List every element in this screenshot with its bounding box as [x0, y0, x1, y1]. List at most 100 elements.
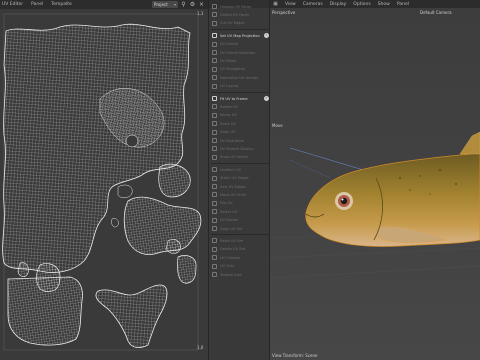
- uv-tool-item[interactable]: Paste UV Set: [212, 237, 268, 244]
- tool-icon: [212, 121, 217, 127]
- uv-menu-item-template[interactable]: Tempalte: [51, 2, 72, 7]
- tool-icon: [212, 58, 217, 64]
- uv-tool-item[interactable]: Move UV Shell: [212, 191, 268, 198]
- vp-menu-view[interactable]: View: [285, 2, 296, 7]
- uv-tool-label: UV Grid: [220, 264, 234, 269]
- uv-corner-label-top: 1,1: [197, 11, 204, 16]
- uv-tool-item[interactable]: Flip UV: [212, 200, 268, 207]
- tool-icon: [212, 146, 217, 152]
- uv-tool-label: UV Unfold Selection: [220, 50, 256, 55]
- uv-tool-label: Paste UV Set: [220, 238, 243, 243]
- uv-island-fin[interactable]: [123, 196, 202, 255]
- uv-tool-label: Align UV: [220, 130, 236, 135]
- uv-island-small-a[interactable]: [177, 255, 197, 284]
- tool-options-icon[interactable]: ›: [264, 96, 269, 101]
- app-window: UV Editor Panel Tempalte Project ⚲ ⚙ ×: [0, 0, 480, 360]
- vp-menu-show[interactable]: Show: [378, 2, 390, 7]
- uv-tool-item[interactable]: Scale UV: [212, 120, 268, 127]
- uv-tool-label: Move UV Shell: [220, 192, 246, 197]
- tool-icon: [212, 50, 217, 55]
- camera-icon[interactable]: ▣: [273, 1, 278, 7]
- uv-tool-label: Texture Size: [220, 272, 242, 277]
- viewport-panel: ▣ View Cameras Display Options Show Pane…: [270, 0, 480, 360]
- uv-tool-item[interactable]: Unwrap UV Faces: [212, 3, 268, 10]
- uv-tool-item[interactable]: UV Straighten: [212, 66, 268, 73]
- tool-icon: [212, 167, 217, 173]
- uv-tool-item[interactable]: Align UV: [212, 129, 268, 136]
- uv-tool-item[interactable]: Mirror UV: [212, 112, 268, 119]
- uv-tool-label: Set UV Map Projection: [220, 33, 260, 38]
- uv-tool-item[interactable]: Fit UV to Frame: [212, 95, 268, 102]
- uv-tool-label: Unstitch UV: [220, 167, 242, 172]
- tool-icon: [212, 41, 217, 47]
- tool-icon: [212, 238, 217, 244]
- viewport-view-label: Perspective: [272, 10, 296, 15]
- uv-island-eye[interactable]: [158, 163, 191, 198]
- uv-tool-item[interactable]: Normalize UV Islands: [212, 74, 268, 81]
- tool-icon: [212, 96, 217, 101]
- uv-tool-item[interactable]: Sew UV Edges: [212, 183, 268, 190]
- uv-tool-item[interactable]: UV Distribute: [212, 137, 268, 144]
- pin-icon[interactable]: ⚲: [180, 1, 187, 8]
- uv-tool-label: Fit UV to Frame: [220, 96, 248, 101]
- tool-icon: [212, 75, 217, 81]
- close-icon[interactable]: ×: [198, 1, 205, 8]
- uv-island-small-b[interactable]: [165, 239, 181, 254]
- uv-tool-item[interactable]: Unfold UV Faces: [212, 11, 268, 18]
- vp-menu-panel[interactable]: Panel: [397, 2, 409, 7]
- uv-tools-panel: Unwrap UV Faces Unfold UV Faces Cut UV Edg…: [208, 0, 270, 360]
- uv-tool-item[interactable]: UV Unfold: [212, 41, 268, 48]
- uv-tool-item[interactable]: Snap UV Vertex: [212, 154, 268, 161]
- uv-tool-label: Select UV: [220, 209, 238, 214]
- uv-tool-item[interactable]: UV Grid: [212, 263, 268, 270]
- tool-icon: [212, 217, 217, 223]
- uv-tool-item[interactable]: Stitch UV Edges: [212, 175, 268, 182]
- uv-tool-item[interactable]: Select UV: [212, 208, 268, 215]
- uv-tool-label: Unfold UV Faces: [220, 12, 250, 17]
- uv-tool-item[interactable]: Texture Size: [212, 271, 268, 278]
- uv-tool-item[interactable]: Copy UV Set: [212, 225, 268, 232]
- uv-tool-label: Stitch UV Edges: [220, 176, 249, 181]
- uv-tool-item[interactable]: UV Layout: [212, 83, 268, 90]
- vp-menu-options[interactable]: Options: [353, 2, 370, 7]
- uv-corner-label-bottom: 1,0: [197, 345, 204, 350]
- uv-tool-item[interactable]: Unstitch UV: [212, 166, 268, 173]
- uv-tool-item[interactable]: UV Unfold Selection: [212, 49, 268, 56]
- uv-tool-label: UV Checker: [220, 255, 241, 260]
- settings-icon[interactable]: ⚙: [189, 1, 196, 8]
- vp-menu-display[interactable]: Display: [330, 2, 347, 7]
- uv-tool-item[interactable]: UV Border: [212, 217, 268, 224]
- uv-tool-item[interactable]: UV Checker: [212, 254, 268, 261]
- uv-canvas[interactable]: [0, 9, 208, 360]
- viewport-camera-label[interactable]: Default Camera: [420, 10, 452, 15]
- uv-menu-item-uv-editor[interactable]: UV Editor: [2, 2, 23, 7]
- tool-icon: [212, 263, 217, 269]
- uv-tool-label: Copy UV Set: [220, 226, 243, 231]
- uv-tool-label: Unwrap UV Faces: [220, 4, 252, 9]
- uv-island-gills[interactable]: [7, 276, 83, 346]
- uv-tool-label: UV Straighten: [220, 67, 246, 72]
- tool-icon: [212, 12, 217, 18]
- uv-tool-item[interactable]: Set UV Map Projection: [212, 32, 268, 39]
- uv-tool-item[interactable]: Delete UV Set: [212, 246, 268, 253]
- uv-menu-item-panel[interactable]: Panel: [31, 2, 43, 7]
- uv-tool-item[interactable]: UV Relax: [212, 57, 268, 64]
- viewport-status-label: View Transform: Scene: [272, 353, 318, 358]
- uv-tool-label: Snap UV Vertex: [220, 155, 248, 160]
- uv-island-small-d[interactable]: [17, 262, 29, 277]
- tool-icon: [212, 154, 217, 160]
- vp-menu-cameras[interactable]: Cameras: [303, 2, 323, 7]
- uv-tool-label: Cut UV Edges: [220, 21, 245, 26]
- uv-island-belly[interactable]: [95, 284, 168, 349]
- viewport-3d-scene[interactable]: [270, 8, 480, 360]
- uv-tool-label: Flip UV: [220, 201, 233, 206]
- tool-icon: [212, 112, 217, 118]
- viewport-tool-label: Move: [272, 123, 283, 128]
- uv-tool-item[interactable]: UV Stretch Display: [212, 145, 268, 152]
- tool-options-icon[interactable]: ›: [264, 33, 269, 39]
- uv-tool-label: Mirror UV: [220, 113, 237, 118]
- uv-mode-dropdown[interactable]: Project: [152, 1, 178, 8]
- tool-icon: [212, 66, 217, 72]
- uv-tool-item[interactable]: Rotate UV: [212, 103, 268, 110]
- uv-tool-item[interactable]: Cut UV Edges: [212, 20, 268, 27]
